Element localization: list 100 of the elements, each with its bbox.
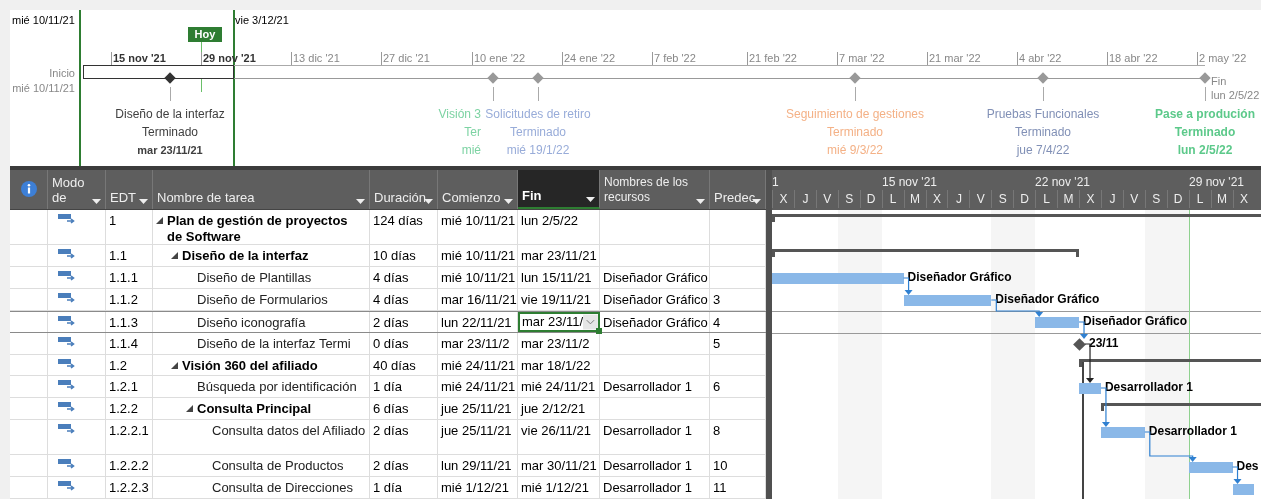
milestone-date: mié 9/3/22 xyxy=(826,142,883,159)
finish-cell: mié 24/11/21 xyxy=(518,376,600,398)
resource-cell: Desarrollador 1 xyxy=(600,477,710,498)
dropdown-caret-icon xyxy=(504,198,513,205)
finish-cell: vie 26/11/21 xyxy=(518,420,600,455)
start-cell: mié 24/11/21 xyxy=(438,376,518,398)
duration-cell: 1 día xyxy=(370,376,438,398)
timeline-scale-label: 21 feb '22 xyxy=(749,51,797,66)
task-name-cell: Búsqueda por identificación xyxy=(197,379,357,396)
collapse-icon[interactable] xyxy=(171,361,178,369)
dropdown-caret-icon xyxy=(696,198,705,205)
milestone-name: Solicitudes de retiro xyxy=(485,106,591,123)
milestone-status: Terminado xyxy=(1174,124,1236,141)
task-row[interactable]: 1.2.1 Búsqueda por identificación 1 día mié 24/11/21 mié 24/11/21 Desarrollador 1 6 xyxy=(10,376,766,399)
milestone-name: Pase a produción xyxy=(1155,106,1255,123)
timeline-end-date: lun 2/5/22 xyxy=(1211,88,1260,103)
milestone-name: Visión 3 xyxy=(438,106,481,123)
finish-cell: mar 30/11/21 xyxy=(518,455,600,477)
day-label: X xyxy=(1232,190,1255,208)
day-label: S xyxy=(837,190,860,208)
dropdown-caret-icon xyxy=(586,196,595,203)
task-row[interactable]: 1.2 Visión 360 del afiliado 40 días mié 24/11/21 mar 18/1/22 xyxy=(10,354,766,377)
task-row[interactable]: 1.2.2.1 Consulta datos del Afiliado 2 días jue 25/11/21 vie 26/11/21 Desarrollador 1 8 xyxy=(10,420,766,456)
dropdown-caret-icon xyxy=(356,198,365,205)
bar-label: Diseñador Gráfico xyxy=(995,291,1100,307)
task-row[interactable]: 1.1.1 Diseño de Plantillas 4 días mié 10/11/21 lun 15/11/21 Diseñador Gráfico xyxy=(10,266,766,289)
duration-cell: 2 días xyxy=(370,311,438,332)
dropdown-caret-icon xyxy=(139,198,148,205)
task-row[interactable]: 1.2.2 Consulta Principal 6 días jue 25/11/21 jue 2/12/21 xyxy=(10,398,766,421)
collapse-icon[interactable] xyxy=(186,405,193,413)
day-label: D xyxy=(1013,190,1036,208)
day-label: J xyxy=(947,190,970,208)
day-label: M xyxy=(903,190,926,208)
day-label: X xyxy=(925,190,948,208)
start-cell: mié 24/11/21 xyxy=(438,354,518,376)
column-header[interactable]: Nombre de tarea xyxy=(153,170,370,209)
finish-cell: mar 18/1/22 xyxy=(518,354,600,376)
duration-cell: 40 días xyxy=(370,354,438,376)
column-header[interactable]: Fin xyxy=(518,170,600,209)
task-mode-icon xyxy=(58,247,76,260)
bar-label: 23/11 xyxy=(1089,335,1119,351)
fill-handle[interactable] xyxy=(596,327,602,334)
resource-cell: Desarrollador 1 xyxy=(600,376,710,398)
week-label: 15 nov '21 xyxy=(882,174,937,191)
task-row[interactable]: 1.1.2 Diseño de Formularios 4 días mar 16/11/21 vie 19/11/21 Diseñador Gráfico 3 xyxy=(10,288,766,311)
wbs-cell: 1.1.4 xyxy=(106,332,153,354)
timeline-scale-label: 2 may '22 xyxy=(1199,51,1247,66)
day-label: D xyxy=(1166,190,1189,208)
day-label: V xyxy=(1122,190,1145,208)
task-mode-icon xyxy=(58,314,76,327)
day-label: L xyxy=(881,190,904,208)
task-row[interactable]: 1 Plan de gestión de proyectos de Software 124 días mié 10/11/21 lun 2/5/22 xyxy=(10,209,766,245)
day-label: S xyxy=(1144,190,1167,208)
finish-field[interactable]: mar 23/11/ xyxy=(518,311,600,332)
wbs-cell: 1.1.1 xyxy=(106,266,153,288)
finish-cell: lun 2/5/22 xyxy=(518,209,600,244)
timeline-scale-label: 21 mar '22 xyxy=(929,51,981,66)
collapse-icon[interactable] xyxy=(156,216,163,224)
start-cell: mié 10/11/21 xyxy=(438,266,518,288)
task-row[interactable]: 1.1.3 Diseño iconografía 2 días lun 22/11/21 mar 23/11/ Diseñador Gráfico 4 xyxy=(10,310,766,333)
timeline-start-date: mié 10/11/21 xyxy=(12,81,75,96)
timeline-view-range[interactable] xyxy=(83,65,234,79)
day-label: S xyxy=(991,190,1014,208)
wbs-cell: 1.2.1 xyxy=(106,376,153,398)
task-name-cell: Diseño de Plantillas xyxy=(197,269,312,286)
task-name-cell: Diseño de Formularios xyxy=(197,291,328,308)
collapse-icon[interactable] xyxy=(171,251,178,259)
timeline-range-end: vie 3/12/21 xyxy=(235,13,289,28)
task-row[interactable]: 1.2.2.2 Consulta de Productos 2 días lun 29/11/21 mar 30/11/21 Desarrollador 1 10 xyxy=(10,455,766,478)
duration-cell: 2 días xyxy=(370,420,438,455)
timeline-scale-label: 18 abr '22 xyxy=(1109,51,1158,66)
timeline-scale-label: 15 nov '21 xyxy=(113,51,166,66)
milestone-status: Terminado xyxy=(142,124,198,141)
column-header[interactable]: Nombres de los recursos xyxy=(600,170,710,209)
resource-cell: Diseñador Gráfico xyxy=(600,266,710,288)
timeline-scale-label: 13 dic '21 xyxy=(293,51,340,66)
milestone-name: Diseño de la interfaz xyxy=(115,106,225,123)
column-header[interactable]: EDT xyxy=(106,170,153,209)
wbs-cell: 1.2.2.2 xyxy=(106,455,153,477)
start-cell: mar 23/11/2 xyxy=(438,332,518,354)
finish-cell: mar 23/11/2 xyxy=(518,332,600,354)
task-mode-icon xyxy=(58,401,76,414)
info-icon xyxy=(20,181,37,198)
start-cell: mié 10/11/21 xyxy=(438,209,518,244)
timeline-end-label: Fin xyxy=(1211,74,1227,89)
milestone-status: Terminado xyxy=(1015,124,1071,141)
column-header[interactable]: Modo de xyxy=(48,170,106,209)
wbs-cell: 1.2 xyxy=(106,354,153,376)
wbs-cell: 1 xyxy=(106,209,153,244)
milestone-date: mié 19/1/22 xyxy=(506,142,570,159)
dropdown-caret-icon xyxy=(92,198,101,205)
day-label: J xyxy=(793,190,816,208)
task-row[interactable]: 1.2.2.3 Consulta de Direcciones 1 día mié 1/12/21 mié 1/12/21 Desarrollador 1 11 xyxy=(10,477,766,499)
start-cell: mar 16/11/21 xyxy=(438,288,518,310)
day-label: V xyxy=(969,190,992,208)
column-header[interactable]: Duración xyxy=(370,170,438,209)
start-cell: mié 1/12/21 xyxy=(438,477,518,498)
dropdown-icon[interactable] xyxy=(583,313,598,330)
task-row[interactable]: 1.1.4 Diseño de la interfaz Termi 0 días mar 23/11/2 mar 23/11/2 5 xyxy=(10,332,766,355)
task-row[interactable]: 1.1 Diseño de la interfaz 10 días mié 10/11/21 mar 23/11/21 xyxy=(10,244,766,267)
